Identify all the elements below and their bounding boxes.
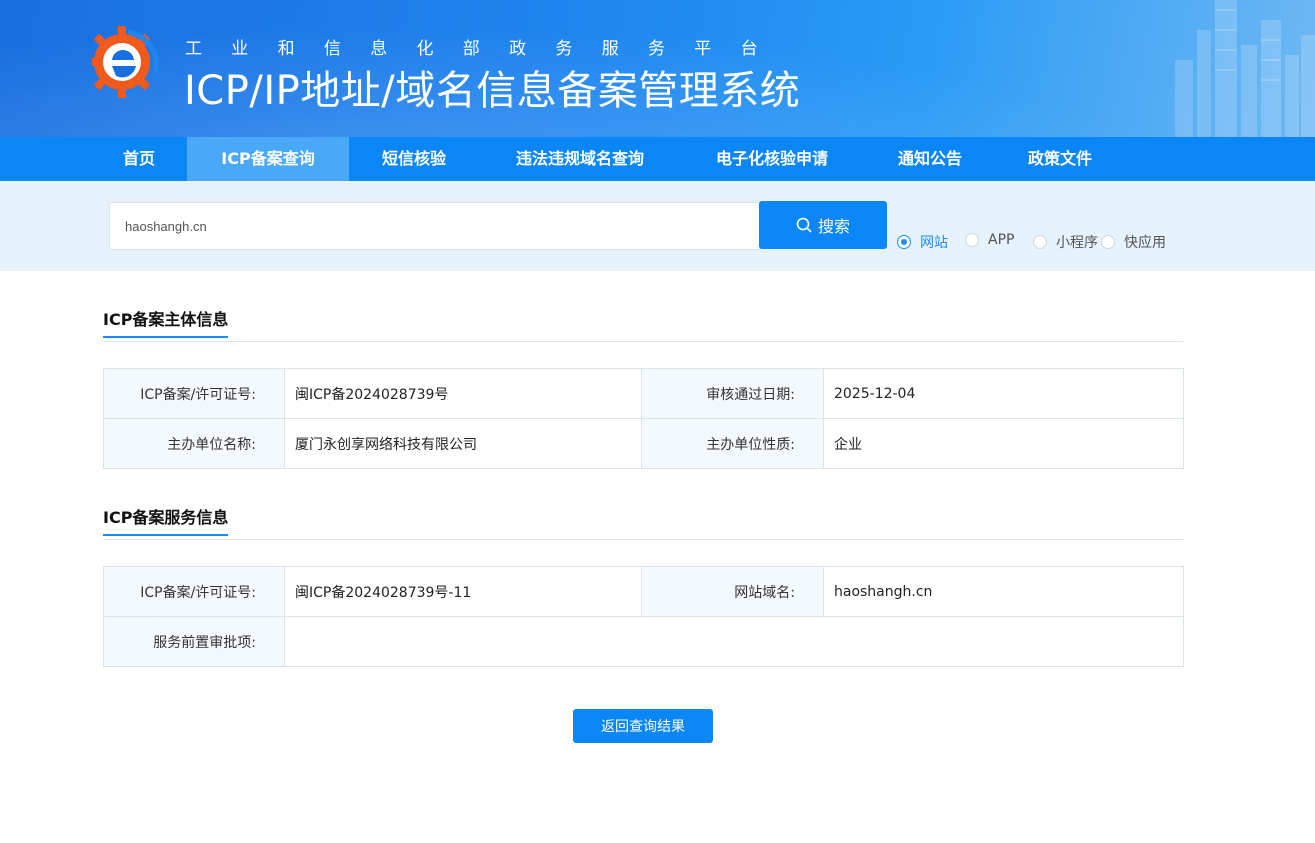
service-info-table: ICP备案/许可证号: 闽ICP备2024028739号-11 网站域名: ha… <box>103 566 1184 667</box>
radio-label: 快应用 <box>1124 235 1166 251</box>
platform-subtitle: 工业和信息化部政务服务平台 <box>185 39 787 59</box>
search-button[interactable]: 搜索 <box>759 201 887 249</box>
nav-item-e-verify-apply[interactable]: 电子化核验申请 <box>700 137 844 181</box>
radio-label: 网站 <box>920 235 948 251</box>
section-divider <box>103 341 1183 342</box>
table-row: 主办单位名称: 厦门永创享网络科技有限公司 主办单位性质: 企业 <box>103 418 1184 469</box>
radio-app[interactable]: APP <box>965 232 1014 248</box>
nav-item-sms-verify[interactable]: 短信核验 <box>368 137 460 181</box>
radio-dot <box>1101 235 1115 249</box>
org-type-value: 企业 <box>823 418 1184 469</box>
nav-item-home[interactable]: 首页 <box>110 137 168 181</box>
table-row: ICP备案/许可证号: 闽ICP备2024028739号-11 网站域名: ha… <box>103 566 1184 617</box>
subject-info-table: ICP备案/许可证号: 闽ICP备2024028739号 审核通过日期: 202… <box>103 368 1184 469</box>
approval-date-value: 2025-12-04 <box>823 368 1184 419</box>
subject-info-title: ICP备案主体信息 <box>103 306 229 338</box>
org-type-label: 主办单位性质: <box>641 418 824 469</box>
radio-dot <box>965 233 979 247</box>
header-banner: 工业和信息化部政务服务平台 ICP/IP地址/域名信息备案管理系统 <box>0 0 1315 137</box>
search-button-label: 搜索 <box>817 217 850 236</box>
service-license-label: ICP备案/许可证号: <box>103 566 285 617</box>
e-gear-logo-icon <box>92 26 158 98</box>
search-area: 搜索 网站 APP 小程序 快应用 <box>0 181 1315 271</box>
radio-dot <box>1033 235 1047 249</box>
preapproval-label: 服务前置审批项: <box>103 616 285 667</box>
nav-item-policy-files[interactable]: 政策文件 <box>1014 137 1106 181</box>
radio-quick-app[interactable]: 快应用 <box>1101 232 1166 252</box>
org-name-label: 主办单位名称: <box>103 418 285 469</box>
license-value: 闽ICP备2024028739号 <box>284 368 642 419</box>
table-row: 服务前置审批项: <box>103 616 1184 667</box>
org-name-value: 厦门永创享网络科技有限公司 <box>284 418 642 469</box>
license-label: ICP备案/许可证号: <box>103 368 285 419</box>
service-info-title: ICP备案服务信息 <box>103 504 229 536</box>
domain-value: haoshangh.cn <box>823 566 1184 617</box>
table-row: ICP备案/许可证号: 闽ICP备2024028739号 审核通过日期: 202… <box>103 368 1184 419</box>
radio-dot <box>897 235 911 249</box>
approval-date-label: 审核通过日期: <box>641 368 824 419</box>
search-input[interactable] <box>109 202 761 250</box>
nav-item-notices[interactable]: 通知公告 <box>884 137 976 181</box>
skyline-decoration <box>1175 0 1315 137</box>
radio-label: 小程序 <box>1056 235 1098 251</box>
search-icon <box>796 217 812 233</box>
back-to-results-button[interactable]: 返回查询结果 <box>573 709 713 743</box>
nav-item-icp-query[interactable]: ICP备案查询 <box>187 137 349 181</box>
domain-label: 网站域名: <box>641 566 824 617</box>
service-license-value: 闽ICP备2024028739号-11 <box>284 566 642 617</box>
main-nav: 首页 ICP备案查询 短信核验 违法违规域名查询 电子化核验申请 通知公告 政策… <box>0 137 1315 181</box>
nav-item-illegal-domain-query[interactable]: 违法违规域名查询 <box>500 137 660 181</box>
preapproval-value <box>284 616 1184 667</box>
section-divider <box>103 539 1183 540</box>
system-title: ICP/IP地址/域名信息备案管理系统 <box>184 68 801 114</box>
radio-website[interactable]: 网站 <box>897 232 948 252</box>
radio-label: APP <box>988 232 1015 248</box>
radio-mini-program[interactable]: 小程序 <box>1033 232 1098 252</box>
